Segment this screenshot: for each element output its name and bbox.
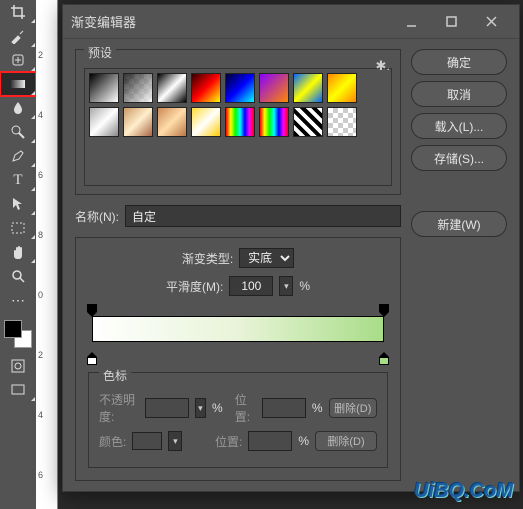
stops-section: 色标 不透明度: ▾ % 位置: % 删除(D) xyxy=(88,372,388,468)
gradient-tool[interactable] xyxy=(0,72,36,96)
blur-tool[interactable] xyxy=(0,96,36,120)
preset-swatch[interactable] xyxy=(327,73,357,103)
gradient-editor-dialog: 渐变编辑器 预设 ✱. 名称(N): 渐变类型: 实 xyxy=(62,4,520,492)
quick-mask[interactable] xyxy=(0,354,36,378)
color-swatch xyxy=(132,432,162,450)
preset-swatch[interactable] xyxy=(89,73,119,103)
preset-swatch[interactable] xyxy=(293,73,323,103)
preset-swatch[interactable] xyxy=(157,107,187,137)
screen-mode[interactable] xyxy=(0,378,36,402)
dialog-title: 渐变编辑器 xyxy=(71,12,136,31)
close-button[interactable] xyxy=(471,5,511,39)
watermark: UiBQ.CoM xyxy=(414,480,513,503)
ok-button[interactable]: 确定 xyxy=(411,49,507,75)
gradient-name-input[interactable] xyxy=(125,205,401,227)
vertical-ruler: 2 4 6 8 0 2 4 6 xyxy=(36,0,58,509)
delete-color-stop-button: 删除(D) xyxy=(315,431,377,451)
load-button[interactable]: 载入(L)... xyxy=(411,113,507,139)
eyedropper-tool[interactable] xyxy=(0,24,36,48)
hand-tool[interactable] xyxy=(0,240,36,264)
dodge-tool[interactable] xyxy=(0,120,36,144)
preset-swatch[interactable] xyxy=(123,107,153,137)
preset-swatch[interactable] xyxy=(191,73,221,103)
healing-tool[interactable] xyxy=(0,48,36,72)
dialog-titlebar[interactable]: 渐变编辑器 xyxy=(63,5,519,39)
preset-swatch[interactable] xyxy=(259,73,289,103)
color-stop[interactable] xyxy=(379,352,389,364)
smooth-label: 平滑度(M): xyxy=(166,278,223,295)
shape-tool[interactable] xyxy=(0,216,36,240)
crop-tool[interactable] xyxy=(0,0,36,24)
opacity-position-input xyxy=(262,398,306,418)
color-position-input xyxy=(248,431,292,451)
stops-label: 色标 xyxy=(99,369,131,383)
preset-swatch[interactable] xyxy=(259,107,289,137)
opacity-input xyxy=(145,398,189,418)
preset-swatch[interactable] xyxy=(157,73,187,103)
color-field-label: 颜色: xyxy=(99,433,126,450)
presets-section: 预设 ✱. xyxy=(75,49,401,195)
preset-swatch[interactable] xyxy=(123,73,153,103)
tools-panel: T ⋯ xyxy=(0,0,36,509)
presets-menu-button[interactable]: ✱. xyxy=(375,58,390,74)
position-label: 位置: xyxy=(235,391,256,425)
opacity-dropdown: ▾ xyxy=(195,398,206,418)
percent-label: % xyxy=(299,279,310,293)
pen-tool[interactable] xyxy=(0,144,36,168)
maximize-button[interactable] xyxy=(431,5,471,39)
zoom-tool[interactable] xyxy=(0,264,36,288)
fg-color-swatch[interactable] xyxy=(4,320,22,338)
type-tool[interactable]: T xyxy=(0,168,36,192)
position-label-2: 位置: xyxy=(215,433,242,450)
preset-swatch[interactable] xyxy=(225,107,255,137)
fg-bg-swatch[interactable] xyxy=(0,318,36,354)
opacity-field-label: 不透明度: xyxy=(99,391,139,425)
gradient-type-select[interactable]: 实底 xyxy=(239,248,294,268)
minimize-button[interactable] xyxy=(391,5,431,39)
preset-swatch[interactable] xyxy=(327,107,357,137)
delete-opacity-stop-button: 删除(D) xyxy=(329,398,377,418)
preset-swatch[interactable] xyxy=(225,73,255,103)
path-select-tool[interactable] xyxy=(0,192,36,216)
gradient-track[interactable] xyxy=(88,304,388,364)
opacity-stop[interactable] xyxy=(87,304,97,316)
preset-swatch[interactable] xyxy=(293,107,323,137)
new-button[interactable]: 新建(W) xyxy=(411,211,507,237)
smoothness-dropdown[interactable]: ▾ xyxy=(279,276,293,296)
preset-grid xyxy=(84,68,392,186)
preset-swatch[interactable] xyxy=(89,107,119,137)
color-stop[interactable] xyxy=(87,352,97,364)
preset-swatch[interactable] xyxy=(191,107,221,137)
edit-toolbar[interactable]: ⋯ xyxy=(0,288,36,312)
color-dropdown: ▾ xyxy=(168,431,182,451)
smoothness-input[interactable] xyxy=(229,276,273,296)
cancel-button[interactable]: 取消 xyxy=(411,81,507,107)
type-label: 渐变类型: xyxy=(182,250,233,267)
opacity-stop[interactable] xyxy=(379,304,389,316)
name-label: 名称(N): xyxy=(75,208,119,225)
gradient-preview-bar[interactable] xyxy=(92,316,384,342)
save-button[interactable]: 存储(S)... xyxy=(411,145,507,171)
presets-label: 预设 xyxy=(84,46,116,60)
gradient-edit-section: 渐变类型: 实底 平滑度(M): ▾ % xyxy=(75,237,401,481)
